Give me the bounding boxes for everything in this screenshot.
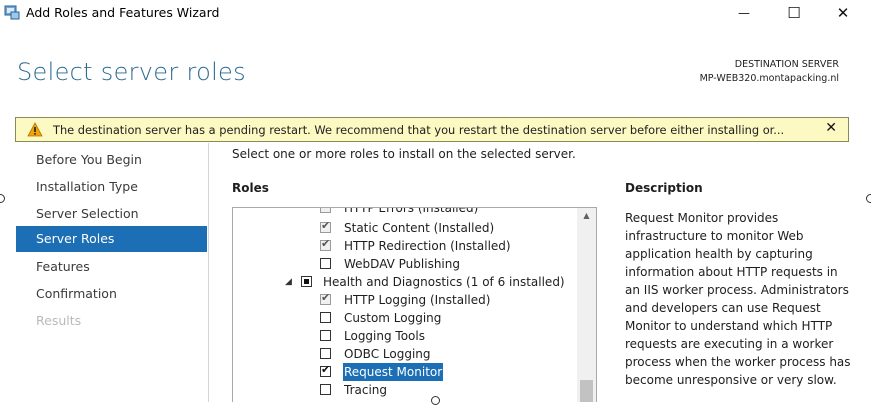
page-title: Select server roles <box>17 58 246 86</box>
instruction-text: Select one or more roles to install on t… <box>232 147 576 161</box>
tree-row-webdav-publishing[interactable]: WebDAV Publishing <box>233 255 579 273</box>
nav-item-results: Results <box>36 313 82 328</box>
close-icon: ✕ <box>836 4 850 22</box>
tree-row-static-content[interactable]: ✔ Static Content (Installed) <box>233 219 579 237</box>
nav-item-features[interactable]: Features <box>16 254 207 280</box>
role-label: Custom Logging <box>344 311 442 325</box>
role-label: Health and Diagnostics (1 of 6 installed… <box>323 275 565 289</box>
tree-row-request-monitor[interactable]: ✔ Request Monitor <box>233 363 579 381</box>
check-icon: ✔ <box>321 208 330 213</box>
role-label: HTTP Errors (Installed) <box>344 207 479 215</box>
checkbox[interactable]: ✔ <box>320 237 331 251</box>
warning-message: The destination server has a pending res… <box>53 123 785 137</box>
description-heading: Description <box>625 181 703 195</box>
tree-row-tracing[interactable]: Tracing <box>233 381 579 399</box>
partial-fill-icon <box>304 279 309 284</box>
checkbox[interactable]: ✔ <box>320 291 331 305</box>
checkbox[interactable]: ✔ <box>320 363 331 377</box>
checkbox[interactable] <box>320 312 331 323</box>
maximize-button[interactable]: ☐ <box>771 0 817 26</box>
role-label: HTTP Logging (Installed) <box>344 293 491 307</box>
destination-server-name: MP-WEB320.montapacking.nl <box>699 73 839 84</box>
role-label: Static Content (Installed) <box>344 221 495 235</box>
tree-row-logging-tools[interactable]: Logging Tools <box>233 327 579 345</box>
nav-item-server-roles[interactable]: Server Roles <box>16 226 207 252</box>
minimize-button[interactable]: — <box>721 0 767 26</box>
role-label: HTTP Redirection (Installed) <box>344 239 511 253</box>
nav-item-before-you-begin[interactable]: Before You Begin <box>16 147 207 173</box>
destination-server-label: DESTINATION SERVER <box>734 59 839 70</box>
role-label: Tracing <box>344 383 388 397</box>
checkbox[interactable] <box>301 276 312 287</box>
roles-tree[interactable]: ✔ HTTP Errors (Installed) ✔ Static Conte… <box>232 207 597 402</box>
tree-row-health-and-diagnostics[interactable]: ◢ Health and Diagnostics (1 of 6 install… <box>233 273 579 291</box>
checkbox[interactable] <box>320 258 331 269</box>
close-button[interactable]: ✕ <box>820 0 866 26</box>
checkbox[interactable] <box>320 384 331 395</box>
tree-row-http-logging[interactable]: ✔ HTTP Logging (Installed) <box>233 291 579 309</box>
checkbox[interactable] <box>320 348 331 359</box>
resize-handle[interactable] <box>0 194 5 203</box>
tree-row-http-errors[interactable]: ✔ HTTP Errors (Installed) <box>233 207 579 217</box>
nav-item-installation-type[interactable]: Installation Type <box>16 174 207 200</box>
role-label: ODBC Logging <box>344 347 431 361</box>
tree-row-odbc-logging[interactable]: ODBC Logging <box>233 345 579 363</box>
roles-scrollbar[interactable]: ▲ <box>577 208 596 402</box>
window-title: Add Roles and Features Wizard <box>26 5 220 20</box>
check-icon: ✔ <box>321 219 331 232</box>
nav-item-confirmation[interactable]: Confirmation <box>16 281 207 307</box>
minimize-icon: — <box>738 6 750 20</box>
expand-collapse-icon[interactable]: ◢ <box>285 273 292 291</box>
resize-handle[interactable] <box>431 396 440 405</box>
check-icon: ✔ <box>321 291 331 304</box>
scroll-up-icon[interactable]: ▲ <box>577 208 596 224</box>
checkbox[interactable]: ✔ <box>320 208 331 213</box>
check-icon: ✔ <box>321 237 331 250</box>
tree-row-http-redirection[interactable]: ✔ HTTP Redirection (Installed) <box>233 237 579 255</box>
check-icon: ✔ <box>321 363 331 376</box>
role-label: WebDAV Publishing <box>344 257 460 271</box>
roles-heading: Roles <box>232 181 269 195</box>
maximize-icon: ☐ <box>787 4 801 22</box>
resize-handle[interactable] <box>866 194 871 203</box>
role-label: Request Monitor <box>343 363 444 381</box>
warning-close-icon[interactable]: ✕ <box>825 120 837 136</box>
scroll-thumb[interactable] <box>580 380 593 402</box>
nav-divider <box>208 143 209 402</box>
tree-row-custom-logging[interactable]: Custom Logging <box>233 309 579 327</box>
description-text: Request Monitor provides infrastructure … <box>625 211 851 387</box>
checkbox[interactable] <box>320 330 331 341</box>
title-bar: Add Roles and Features Wizard — ☐ ✕ <box>0 0 871 26</box>
warning-triangle-icon <box>27 122 43 137</box>
role-label: Logging Tools <box>344 329 425 343</box>
nav-item-server-selection[interactable]: Server Selection <box>16 201 207 227</box>
pending-restart-warning: The destination server has a pending res… <box>15 117 849 142</box>
server-manager-icon <box>4 5 20 20</box>
checkbox[interactable]: ✔ <box>320 219 331 233</box>
